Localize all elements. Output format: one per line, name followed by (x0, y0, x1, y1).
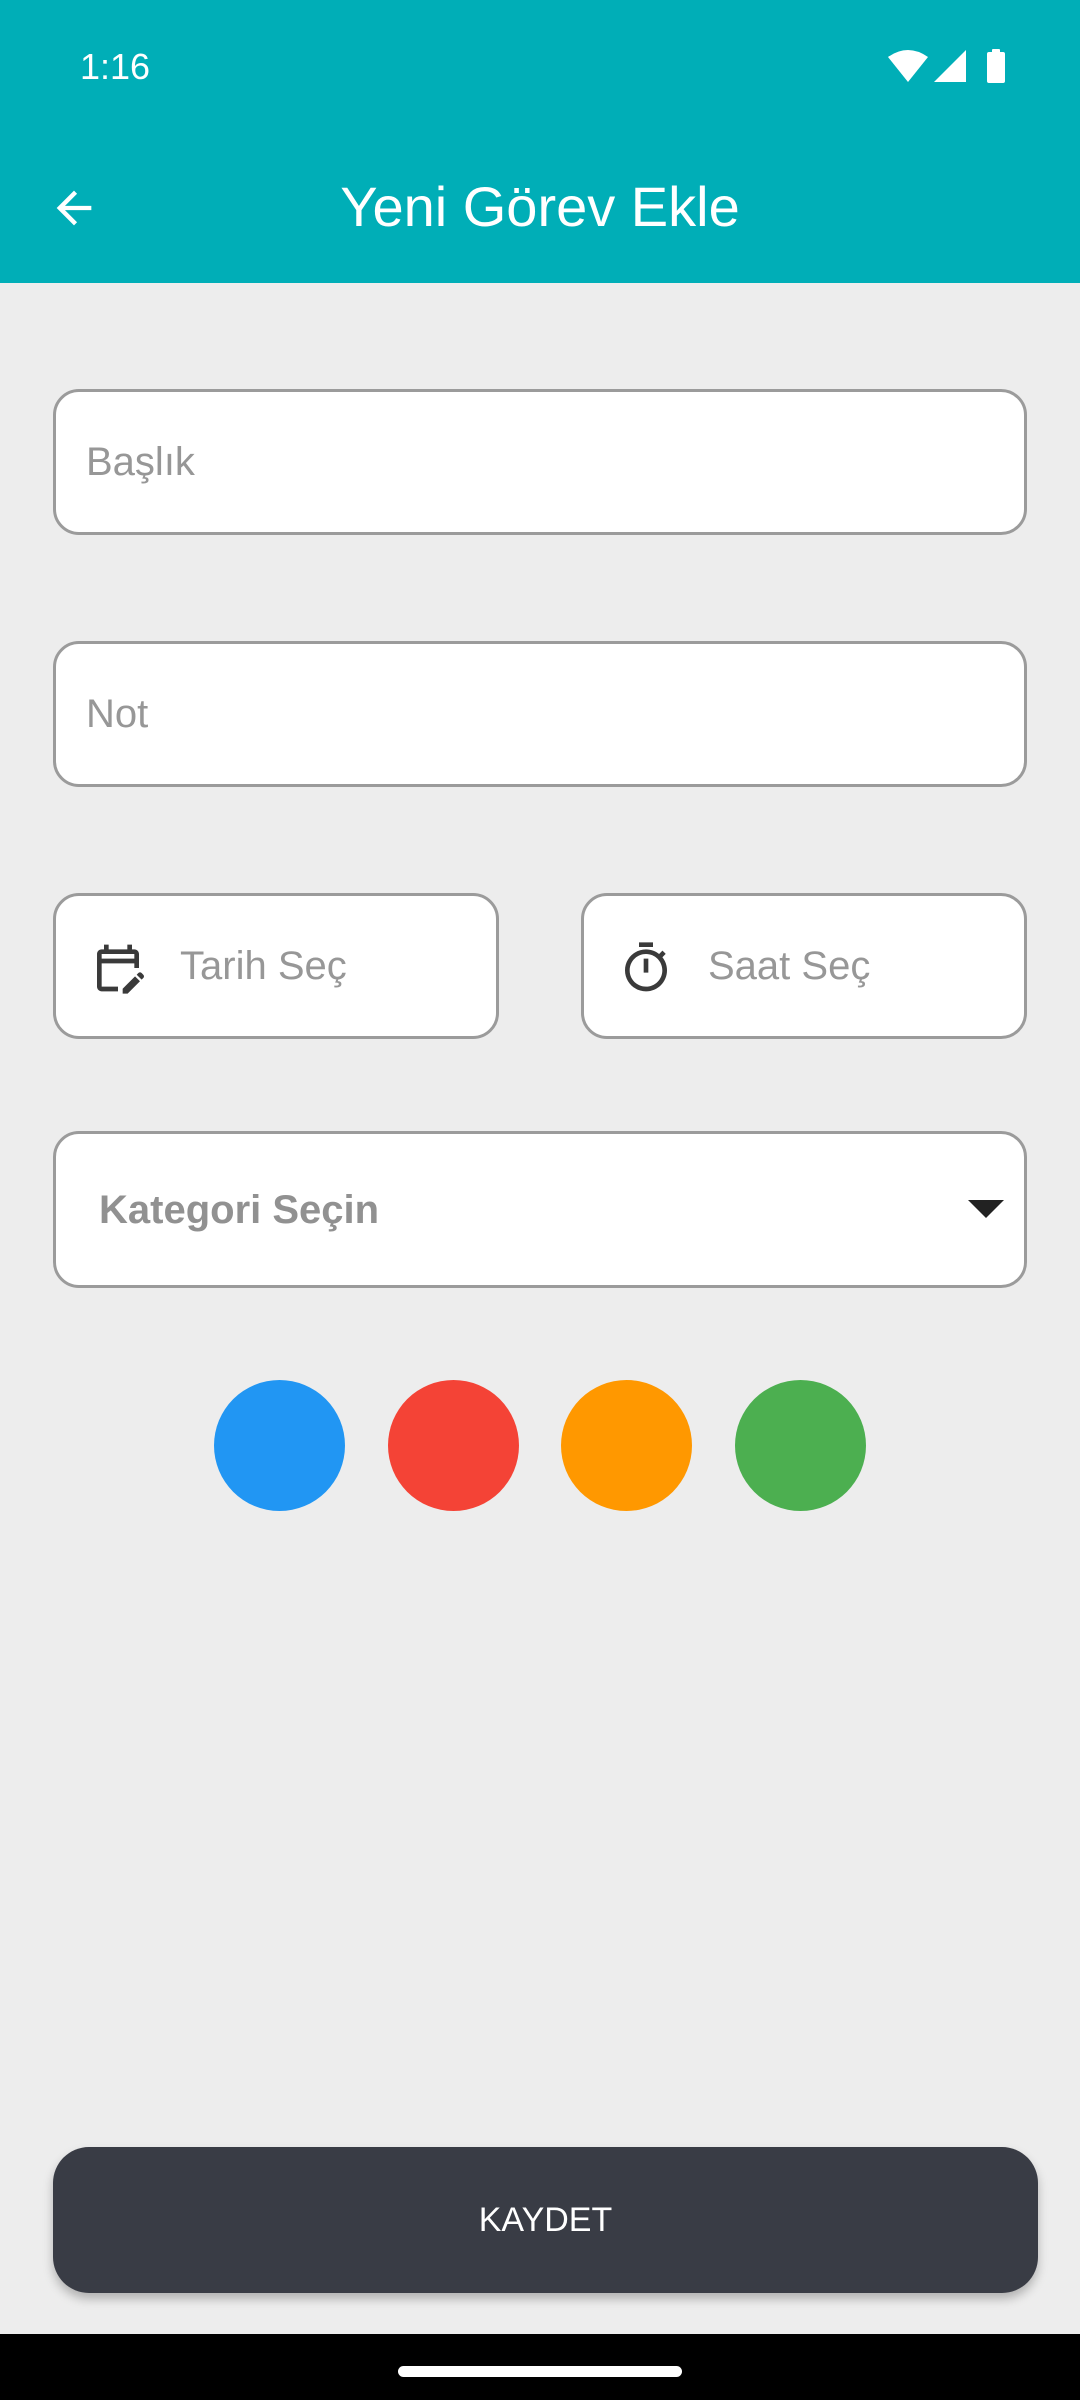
category-dropdown[interactable]: Kategori Seçin (53, 1131, 1027, 1288)
time-field[interactable] (581, 893, 1027, 1039)
note-field[interactable] (53, 641, 1027, 787)
date-field[interactable] (53, 893, 499, 1039)
color-swatch-blue[interactable] (214, 1380, 345, 1511)
status-time: 1:16 (80, 46, 151, 87)
cellular-signal-icon (934, 50, 966, 82)
battery-icon (987, 49, 1005, 83)
save-button[interactable]: KAYDET (53, 2147, 1038, 2293)
page-title: Yeni Görev Ekle (340, 175, 740, 238)
color-swatch-orange[interactable] (561, 1380, 692, 1511)
save-button-label: KAYDET (478, 2201, 613, 2239)
note-input[interactable] (56, 644, 1024, 784)
app-bar: 1:16 Yeni Görev Ekle (0, 0, 1080, 283)
category-dropdown-label: Kategori Seçin (99, 1188, 380, 1232)
title-input[interactable] (56, 392, 1024, 532)
title-field[interactable] (53, 389, 1027, 535)
color-swatch-green[interactable] (735, 1380, 866, 1511)
dropdown-arrow-icon (968, 1200, 1004, 1218)
home-indicator[interactable] (398, 2366, 682, 2377)
color-swatch-red[interactable] (388, 1380, 519, 1511)
status-icons (888, 49, 1006, 85)
navigation-bar (0, 2334, 1080, 2400)
wifi-icon (888, 50, 928, 82)
time-input[interactable] (584, 896, 1024, 1036)
date-input[interactable] (56, 896, 496, 1036)
